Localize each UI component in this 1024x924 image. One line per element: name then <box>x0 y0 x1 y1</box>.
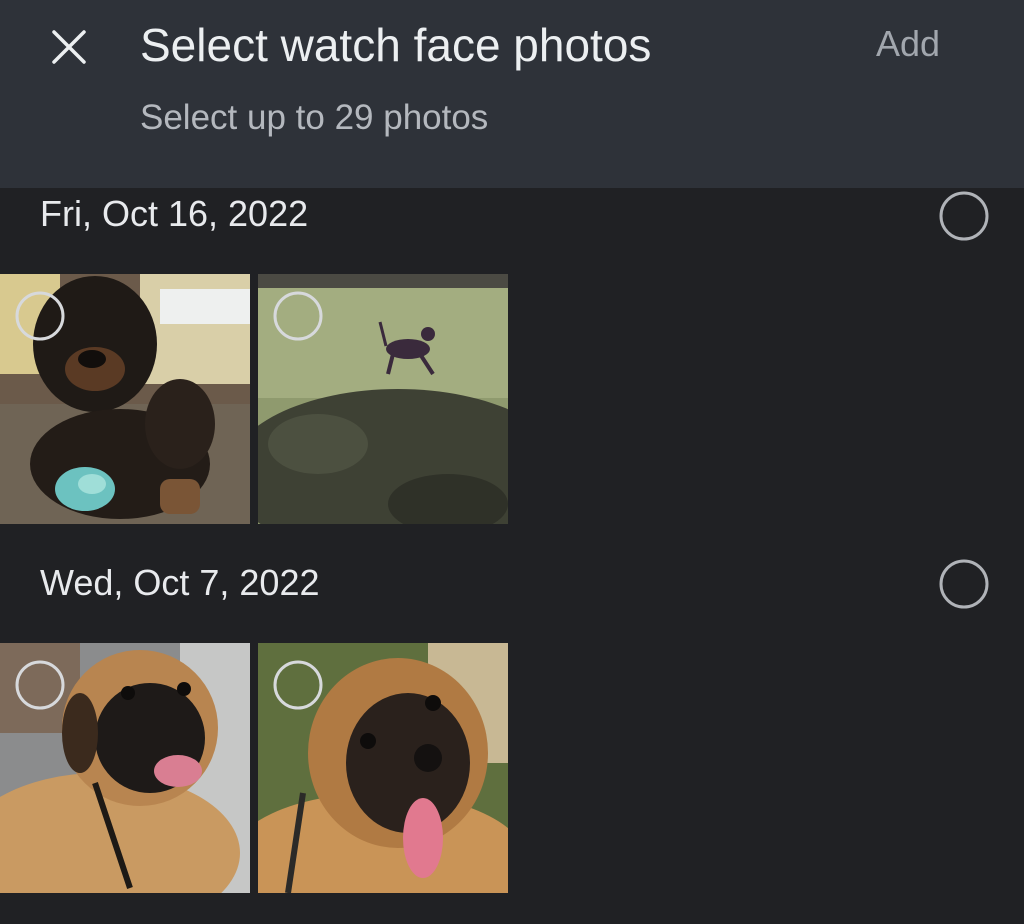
photo-thumbnail[interactable] <box>258 643 508 893</box>
circle-outline-icon <box>15 660 65 710</box>
photo-select-checkbox[interactable] <box>272 290 324 342</box>
photo-thumbnail[interactable] <box>0 643 250 893</box>
photo-thumbnail[interactable] <box>0 274 250 524</box>
photo-select-checkbox[interactable] <box>14 290 66 342</box>
circle-outline-icon <box>939 191 989 241</box>
photo-picker-screen: Select watch face photos Select up to 29… <box>0 0 1024 924</box>
section-select-all-checkbox[interactable] <box>938 558 990 610</box>
add-button[interactable]: Add <box>876 20 940 68</box>
section-date-header: Wed, Oct 7, 2022 <box>40 562 320 603</box>
section-date-header: Fri, Oct 16, 2022 <box>40 193 309 234</box>
top-app-bar: Select watch face photos Select up to 29… <box>0 0 1024 188</box>
circle-outline-icon <box>273 660 323 710</box>
circle-outline-icon <box>273 291 323 341</box>
photo-select-checkbox[interactable] <box>272 659 324 711</box>
close-icon <box>52 30 86 64</box>
circle-outline-icon <box>939 559 989 609</box>
section-select-all-checkbox[interactable] <box>938 190 990 242</box>
photo-thumbnail[interactable] <box>258 274 508 524</box>
selection-limit-text: Select up to 29 photos <box>140 98 489 137</box>
page-title: Select watch face photos <box>140 19 652 71</box>
circle-outline-icon <box>15 291 65 341</box>
photo-select-checkbox[interactable] <box>14 659 66 711</box>
close-button[interactable] <box>44 20 94 70</box>
